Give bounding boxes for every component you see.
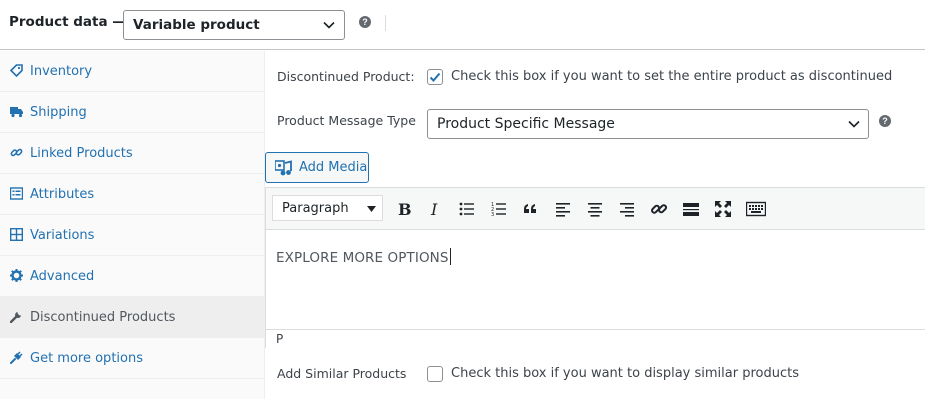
align-right-icon: [620, 203, 634, 217]
italic-icon: I: [430, 200, 438, 218]
svg-text:I: I: [430, 200, 438, 218]
fullscreen-icon: [715, 201, 731, 217]
tab-linked-products[interactable]: Linked Products: [0, 133, 265, 174]
element-path[interactable]: P: [276, 332, 283, 346]
tab-advanced[interactable]: Advanced: [0, 256, 265, 297]
header-divider: [385, 15, 386, 31]
italic-button[interactable]: I: [423, 197, 447, 221]
blockquote-button[interactable]: [519, 197, 543, 221]
tab-discontinued-products[interactable]: Discontinued Products: [0, 297, 265, 338]
bold-button[interactable]: B: [391, 197, 415, 221]
tab-variations[interactable]: Variations: [0, 215, 265, 256]
text-cursor: [449, 248, 451, 265]
align-center-icon: [588, 203, 602, 217]
product-type-value: Variable product: [133, 17, 260, 33]
wrench-icon: [10, 312, 21, 323]
tab-get-more-options[interactable]: Get more options: [0, 338, 265, 379]
editor-text: EXPLORE MORE OPTIONS: [276, 250, 449, 266]
tab-shipping[interactable]: Shipping: [0, 92, 265, 133]
tab-label: Shipping: [30, 105, 87, 120]
align-right-button[interactable]: [615, 197, 639, 221]
tab-attributes[interactable]: Attributes: [0, 174, 265, 215]
link-icon: [10, 148, 23, 157]
align-left-icon: [556, 203, 570, 217]
insert-link-button[interactable]: [647, 197, 671, 221]
link-icon: [651, 204, 668, 214]
discontinued-product-description: Check this box if you want to set the en…: [451, 69, 893, 84]
truck-icon: [10, 107, 23, 118]
editor-status-bar: P: [266, 329, 925, 349]
read-more-icon: [683, 203, 699, 216]
read-more-button[interactable]: [679, 197, 703, 221]
rich-text-editor: Paragraph B I 123 EXPLORE MORE OPTIONS P: [265, 187, 925, 349]
numbered-list-icon: 123: [491, 202, 506, 218]
bold-icon: B: [398, 200, 412, 218]
similar-products-label: Add Similar Products: [277, 366, 407, 381]
svg-text:?: ?: [362, 17, 368, 27]
toolbar-toggle-button[interactable]: [743, 197, 767, 221]
similar-products-description: Check this box if you want to display si…: [451, 366, 799, 381]
add-media-button[interactable]: Add Media: [265, 152, 369, 183]
message-type-select[interactable]: Product Specific Message: [427, 109, 869, 139]
fullscreen-button[interactable]: [711, 197, 735, 221]
tab-label: Variations: [30, 228, 95, 243]
help-icon[interactable]: ?: [879, 115, 891, 127]
tab-label: Inventory: [30, 64, 93, 79]
editor-toolbar: Paragraph B I 123: [266, 188, 925, 230]
product-data-tabs: Inventory Shipping Linked Products Attri…: [0, 51, 265, 399]
product-data-header: Product data — Variable product ?: [0, 0, 925, 50]
tab-label: Advanced: [30, 269, 95, 284]
similar-products-checkbox[interactable]: [427, 366, 443, 382]
chevron-down-icon: [323, 21, 335, 29]
format-select[interactable]: Paragraph: [272, 195, 383, 221]
tab-label: Get more options: [30, 351, 143, 366]
caret-down-icon: [367, 206, 376, 212]
align-center-button[interactable]: [583, 197, 607, 221]
tag-icon: [10, 64, 23, 77]
quote-icon: [524, 204, 536, 213]
tab-label: Linked Products: [30, 146, 133, 161]
numbered-list-button[interactable]: 123: [487, 197, 511, 221]
help-icon[interactable]: ?: [359, 16, 371, 28]
add-media-label: Add Media: [299, 160, 368, 175]
message-type-label: Product Message Type: [277, 113, 416, 128]
editor-content[interactable]: EXPLORE MORE OPTIONS: [276, 248, 451, 266]
media-icon: [275, 160, 292, 176]
discontinued-product-label: Discontinued Product:: [277, 69, 415, 84]
keyboard-icon: [746, 201, 766, 217]
discontinued-product-checkbox[interactable]: [427, 69, 443, 85]
plugin-icon: [10, 351, 23, 364]
tab-label: Discontinued Products: [30, 310, 176, 325]
tab-label: Attributes: [30, 187, 95, 202]
bullet-list-button[interactable]: [455, 197, 479, 221]
message-type-value: Product Specific Message: [437, 116, 615, 132]
product-data-title: Product data —: [9, 14, 126, 30]
tab-inventory[interactable]: Inventory: [0, 51, 265, 92]
list-icon: [10, 187, 23, 200]
bullet-list-icon: [459, 202, 474, 216]
checkmark-icon: [429, 72, 441, 82]
chevron-down-icon: [848, 120, 860, 128]
align-left-button[interactable]: [551, 197, 575, 221]
gear-icon: [10, 269, 23, 282]
svg-text:?: ?: [882, 116, 888, 126]
product-type-select[interactable]: Variable product: [123, 10, 345, 40]
svg-text:B: B: [398, 200, 412, 218]
svg-text:3: 3: [491, 212, 494, 218]
grid-icon: [10, 228, 23, 241]
format-value: Paragraph: [282, 201, 349, 216]
